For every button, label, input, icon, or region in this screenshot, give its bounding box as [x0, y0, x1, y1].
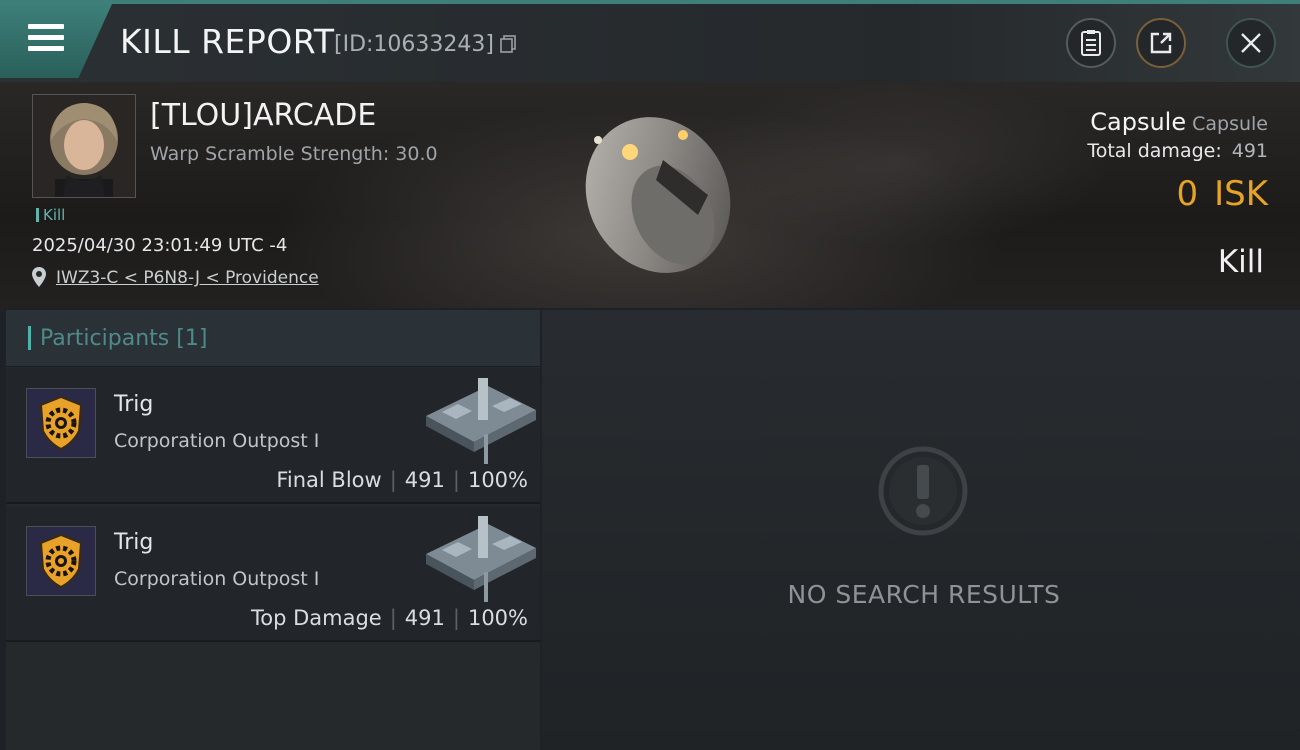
- participants-header: Participants [1]: [6, 310, 540, 367]
- isk-unit: ISK: [1214, 174, 1268, 214]
- location-pin-icon: [32, 267, 46, 287]
- participant-percent: 100%: [467, 606, 528, 630]
- participant-percent: 100%: [467, 468, 528, 492]
- kill-type-tag: Kill: [36, 206, 65, 224]
- stat-divider: |: [389, 468, 397, 492]
- clipboard-icon: [1081, 30, 1101, 56]
- share-icon: [1150, 32, 1172, 54]
- exclamation-icon: [878, 446, 968, 536]
- no-results-message: NO SEARCH RESULTS: [787, 580, 1061, 609]
- participant-ship: Corporation Outpost I: [114, 430, 320, 452]
- ship-name[interactable]: Capsule Capsule: [1090, 108, 1268, 136]
- gear-emblem-icon: [39, 395, 83, 451]
- stat-divider: |: [452, 468, 460, 492]
- outpost-structure-image: [426, 378, 536, 464]
- corporation-emblem: [26, 526, 96, 596]
- participant-row[interactable]: Trig Corporation Outpost I Final Blow | 49…: [6, 368, 540, 504]
- participant-name: Trig: [114, 530, 154, 555]
- outpost-structure-image: [426, 516, 536, 602]
- participants-title: Participants [1]: [40, 326, 207, 351]
- participant-role: Top Damage: [250, 606, 382, 630]
- copy-icon[interactable]: [500, 35, 516, 53]
- hamburger-icon: [28, 24, 64, 57]
- gear-emblem-icon: [39, 533, 83, 589]
- isk-value: 0 ISK: [1176, 174, 1268, 214]
- total-damage-value: 491: [1231, 140, 1268, 162]
- participants-label: Participants: [40, 326, 170, 351]
- participant-ship: Corporation Outpost I: [114, 568, 320, 590]
- participant-name: Trig: [114, 392, 154, 417]
- close-icon: [1241, 33, 1261, 53]
- capsule-ship-image: [585, 117, 731, 273]
- ship-type: Capsule: [1090, 108, 1187, 136]
- participant-damage: 491: [404, 606, 445, 630]
- page-title: KILL REPORT: [120, 22, 335, 61]
- pilot-name[interactable]: [TLOU]ARCADE: [150, 98, 376, 133]
- header-accent-bar: [28, 326, 31, 350]
- close-button[interactable]: [1226, 18, 1276, 68]
- clipboard-button[interactable]: [1066, 18, 1116, 68]
- ship-class: Capsule: [1192, 113, 1268, 135]
- kill-datetime: 2025/04/30 23:01:49 UTC -4: [32, 235, 288, 256]
- warp-scramble-strength: Warp Scramble Strength: 30.0: [150, 143, 438, 165]
- corporation-emblem: [26, 388, 96, 458]
- isk-amount: 0: [1176, 174, 1199, 214]
- location-link[interactable]: IWZ3-C < P6N8-J < Providence: [56, 268, 319, 288]
- stat-divider: |: [389, 606, 397, 630]
- participant-role: Final Blow: [276, 468, 382, 492]
- participant-row[interactable]: Trig Corporation Outpost I Top Damage | 49…: [6, 506, 540, 642]
- total-damage: Total damage: 491: [1087, 140, 1268, 162]
- total-damage-label: Total damage:: [1087, 140, 1222, 162]
- stat-divider: |: [452, 606, 460, 630]
- participant-stats: Top Damage | 491 | 100%: [251, 606, 528, 630]
- participant-damage: 491: [404, 468, 445, 492]
- participants-count: [1]: [176, 326, 208, 351]
- portrait-image: [33, 95, 135, 197]
- kill-result: Kill: [1217, 244, 1264, 280]
- share-button[interactable]: [1136, 18, 1186, 68]
- pilot-portrait[interactable]: [32, 94, 136, 198]
- report-id: [ID:10633243]: [334, 32, 494, 57]
- participant-stats: Final Blow | 491 | 100%: [276, 468, 528, 492]
